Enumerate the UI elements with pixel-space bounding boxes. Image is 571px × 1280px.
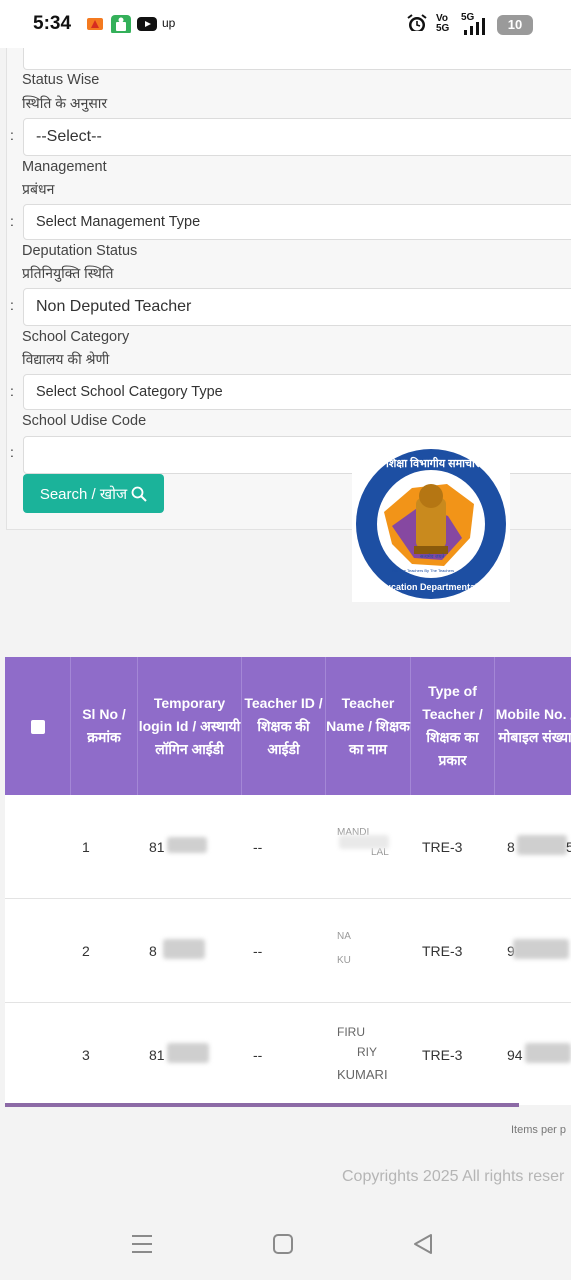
android-app-icon <box>111 15 131 33</box>
items-per-page-label: Items per p <box>511 1124 567 1136</box>
row-sl: 1 <box>82 839 90 855</box>
flame-app-icon <box>87 18 103 30</box>
management-value: Select Management Type <box>36 214 201 230</box>
volte-label: Vo <box>436 13 449 24</box>
deputation-label-hindi: प्रतिनियुक्ति स्थिति <box>22 265 114 281</box>
udise-colon: : <box>10 444 14 460</box>
status-wise-label: Status Wise <box>22 72 100 88</box>
deputation-label: Deputation Status <box>22 243 138 259</box>
previous-field[interactable] <box>23 48 571 70</box>
deputation-select[interactable]: Non Deputed Teacher <box>23 288 571 326</box>
row-name-a: FIRU <box>337 1025 365 1039</box>
clock: 5:34 <box>33 13 72 34</box>
up-icon: up <box>162 16 176 30</box>
row-name-b: KU <box>337 955 351 966</box>
battery-icon: 10 <box>497 15 533 35</box>
table-row[interactable]: 3 81 -- FIRU RIY KUMARI TRE-3 94 <box>5 1003 571 1105</box>
redacted-login <box>163 939 205 959</box>
header-teacher-name: Teacher Name / शिक्षक का नाम <box>326 657 411 795</box>
header-mobile: Mobile No. / मोबाइल संख्या <box>495 706 571 745</box>
row-mobile: 94 <box>507 1047 523 1063</box>
row-name-a: NA <box>337 931 351 942</box>
table-horizontal-scrollbar[interactable] <box>5 1103 519 1107</box>
row-mobile-end: 5 <box>566 839 571 855</box>
row-name-c: KUMARI <box>337 1067 388 1082</box>
signal-5g-icon <box>464 18 485 35</box>
table-header: Sl No / क्रमांक Temporary login Id / अस्… <box>5 657 571 795</box>
search-button-label: Search / खोज <box>39 485 128 503</box>
row-login: 81 <box>149 839 165 855</box>
status-wise-value: --Select-- <box>36 128 102 145</box>
row-login: 8 <box>149 943 157 959</box>
school-category-select[interactable]: Select School Category Type <box>23 374 571 410</box>
copyright-text: Copyrights 2025 All rights reser <box>342 1168 565 1185</box>
row-login: 81 <box>149 1047 165 1063</box>
management-label-hindi: प्रबंधन <box>22 181 55 197</box>
header-sl-no: Sl No / क्रमांक <box>71 657 138 795</box>
redacted-name <box>339 835 389 849</box>
deputation-value: Non Deputed Teacher <box>36 298 192 315</box>
status-bar: 5:34 up Vo 5G 5G 10 <box>0 0 571 48</box>
home-icon[interactable] <box>272 1233 294 1255</box>
redacted-login <box>167 837 207 853</box>
menu-icon[interactable] <box>131 1233 153 1255</box>
udise-label: School Udise Code <box>22 413 147 429</box>
row-sl: 3 <box>82 1047 90 1063</box>
search-icon <box>131 486 147 502</box>
search-button[interactable]: Search / खोज <box>23 474 164 513</box>
deputation-colon: : <box>10 297 14 313</box>
volte-icon: Vo 5G <box>436 13 450 34</box>
header-select-all <box>5 657 71 795</box>
management-colon: : <box>10 213 14 229</box>
row-teacher-id: -- <box>253 943 263 959</box>
row-type: TRE-3 <box>422 1047 463 1063</box>
school-category-label: School Category <box>22 329 130 345</box>
management-label: Management <box>22 159 107 175</box>
status-wise-colon: : <box>10 127 14 143</box>
redacted-login <box>167 1043 209 1063</box>
status-wise-label-hindi: स्थिति के अनुसार <box>22 95 108 111</box>
back-icon[interactable] <box>412 1233 434 1255</box>
header-teacher-type: Type of Teacher / शिक्षक का प्रकार <box>411 657 495 795</box>
status-wise-select[interactable]: --Select-- <box>23 118 571 156</box>
table-row[interactable]: 1 81 -- MANDI LAL TRE-3 8 5 <box>5 795 571 899</box>
row-teacher-id: -- <box>253 839 263 855</box>
management-select[interactable]: Select Management Type <box>23 204 571 240</box>
table-row[interactable]: 2 8 -- NA KU TRE-3 9 <box>5 899 571 1003</box>
row-name-b: RIY <box>357 1045 378 1059</box>
school-category-colon: : <box>10 383 14 399</box>
select-all-checkbox[interactable] <box>31 720 45 734</box>
row-type: TRE-3 <box>422 943 463 959</box>
education-news-logo: शिक्षा विभागीय समाचार सत्यमेव जयते For T… <box>352 446 510 602</box>
logo-top-text: शिक्षा विभागीय समाचार <box>386 458 480 470</box>
school-category-value: Select School Category Type <box>36 384 223 400</box>
row-type: TRE-3 <box>422 839 463 855</box>
redacted-mobile <box>513 939 569 959</box>
youtube-icon <box>137 17 157 31</box>
logo-tagline: For The Teachers By The Teachers <box>392 568 455 573</box>
row-teacher-id: -- <box>253 1047 263 1063</box>
row-sl: 2 <box>82 943 90 959</box>
alarm-icon <box>407 14 427 31</box>
system-nav-bar <box>0 1195 571 1280</box>
logo-bottom-text: Education Departmental News <box>374 582 504 592</box>
redacted-mobile <box>525 1043 571 1063</box>
header-teacher-id: Teacher ID / शिक्षक की आईडी <box>242 657 326 795</box>
school-category-label-hindi: विद्यालय की श्रेणी <box>22 351 110 367</box>
row-mobile: 8 <box>507 839 515 855</box>
header-temp-login: Temporary login Id / अस्थायी लॉगिन आईडी <box>138 657 242 795</box>
logo-motto: सत्यमेव जयते <box>420 554 445 560</box>
redacted-mobile <box>517 835 567 855</box>
